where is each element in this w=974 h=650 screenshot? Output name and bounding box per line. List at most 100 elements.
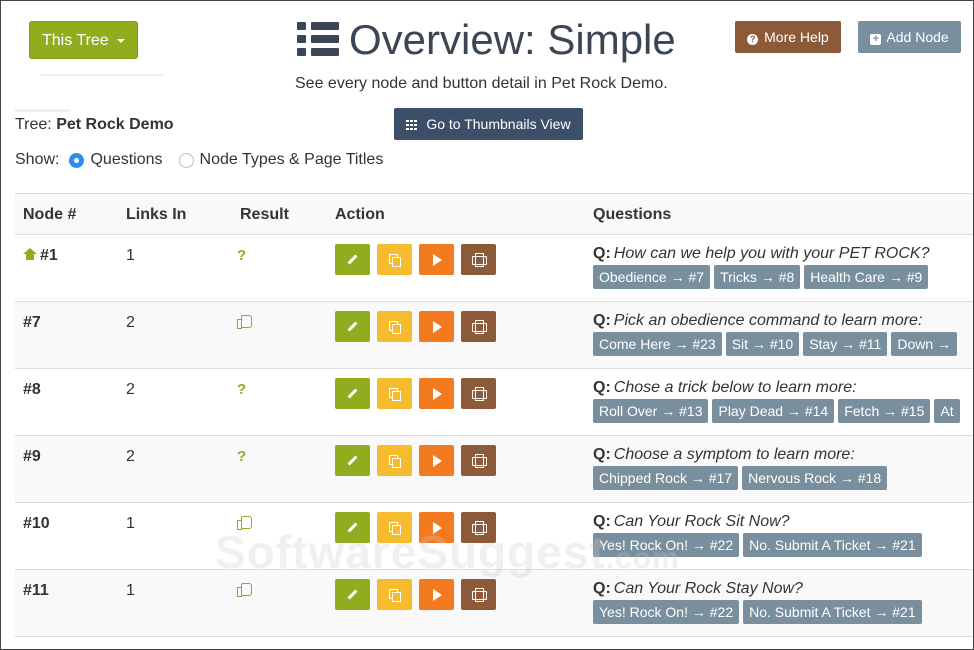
answer-chip[interactable]: Come Here → #23 <box>593 332 722 356</box>
answer-list: Come Here → #23 Sit → #10 Stay → #11 Down → <box>593 332 973 356</box>
answer-chip[interactable]: Yes! Rock On! → #22 <box>593 600 740 624</box>
table-row: #10 1 Q: Can Your Rock Sit Now? Yes! Rock… <box>15 503 973 570</box>
edit-pencil-icon[interactable] <box>335 579 370 610</box>
answer-chip[interactable]: No. Submit A Ticket → #21 <box>743 533 922 557</box>
links-in: 1 <box>126 582 135 599</box>
answer-chip[interactable]: Sit → #10 <box>725 332 800 356</box>
copy-icon[interactable] <box>377 378 412 409</box>
col-node: Node # <box>23 206 77 223</box>
node-id[interactable]: #9 <box>23 448 41 465</box>
print-icon[interactable] <box>461 445 496 476</box>
edit-pencil-icon[interactable] <box>335 378 370 409</box>
print-icon[interactable] <box>461 311 496 342</box>
node-id[interactable]: #7 <box>23 314 41 331</box>
node-number[interactable]: #1 <box>23 247 58 265</box>
play-icon[interactable] <box>419 512 454 543</box>
radio-questions-label: Questions <box>90 151 163 168</box>
play-icon[interactable] <box>419 311 454 342</box>
answer-chip[interactable]: Chipped Rock → #17 <box>593 466 739 490</box>
table-header: Node # Links In Result Action Questions <box>15 193 973 235</box>
home-icon <box>23 248 37 260</box>
divider <box>15 109 71 112</box>
thumbs-up-icon <box>237 314 252 329</box>
answer-chip[interactable]: Play Dead → #14 <box>712 399 835 423</box>
print-icon[interactable] <box>461 512 496 543</box>
answer-chip[interactable]: Health Care → #9 <box>804 265 929 289</box>
answer-list: Obedience → #7 Tricks → #8 Health Care → #… <box>593 265 973 289</box>
result-cell: ? <box>237 247 246 264</box>
grid-icon <box>406 120 419 130</box>
thumbnails-view-label: Go to Thumbnails View <box>426 116 571 132</box>
this-tree-label: This Tree <box>42 32 109 49</box>
answer-list: Yes! Rock On! → #22 No. Submit A Ticket →… <box>593 533 973 557</box>
table-row: #8 2 ? Q: Chose a trick below to learn mo… <box>15 369 973 436</box>
answer-chip[interactable]: Yes! Rock On! → #22 <box>593 533 740 557</box>
result-cell: ? <box>237 448 246 465</box>
chevron-down-icon <box>117 39 125 43</box>
print-icon[interactable] <box>461 579 496 610</box>
links-in: 2 <box>126 448 135 465</box>
copy-icon[interactable] <box>377 244 412 275</box>
answer-chip[interactable]: At <box>934 399 960 423</box>
node-number[interactable]: #10 <box>23 515 50 533</box>
radio-node-types[interactable]: Node Types & Page Titles <box>169 151 383 169</box>
answer-chip[interactable]: Tricks → #8 <box>714 265 801 289</box>
answer-chip[interactable]: Stay → #11 <box>803 332 888 356</box>
copy-icon[interactable] <box>377 579 412 610</box>
links-in: 1 <box>126 247 135 264</box>
question-cell: Q: Pick an obedience command to learn mor… <box>593 312 973 356</box>
play-icon[interactable] <box>419 244 454 275</box>
action-buttons <box>335 244 496 275</box>
edit-pencil-icon[interactable] <box>335 311 370 342</box>
node-number[interactable]: #11 <box>23 582 49 600</box>
action-buttons <box>335 445 496 476</box>
radio-questions[interactable]: Questions <box>59 151 163 169</box>
node-id[interactable]: #1 <box>40 247 58 264</box>
node-id[interactable]: #8 <box>23 381 41 398</box>
table-row: #9 2 ? Q: Choose a symptom to learn more:… <box>15 436 973 503</box>
thumbnails-view-button[interactable]: Go to Thumbnails View <box>394 108 583 140</box>
play-icon[interactable] <box>419 378 454 409</box>
question-text: Q: Choose a symptom to learn more: <box>593 446 855 463</box>
answer-list: Yes! Rock On! → #22 No. Submit A Ticket →… <box>593 600 973 624</box>
edit-pencil-icon[interactable] <box>335 244 370 275</box>
links-in: 2 <box>126 314 135 331</box>
col-result: Result <box>240 206 289 223</box>
answer-chip[interactable]: Down → <box>891 332 958 356</box>
radio-button[interactable] <box>178 152 194 168</box>
question-circle-icon: ? <box>747 34 759 45</box>
answer-chip[interactable]: Fetch → #15 <box>838 399 931 423</box>
this-tree-dropdown[interactable]: This Tree <box>29 21 138 59</box>
action-buttons <box>335 579 496 610</box>
node-number[interactable]: #8 <box>23 381 41 399</box>
answer-chip[interactable]: Obedience → #7 <box>593 265 711 289</box>
table-body: #1 1 ? Q: How can we help you with your P… <box>15 235 973 637</box>
copy-icon[interactable] <box>377 311 412 342</box>
print-icon[interactable] <box>461 378 496 409</box>
edit-pencil-icon[interactable] <box>335 445 370 476</box>
add-node-button[interactable]: + Add Node <box>858 21 961 53</box>
node-number[interactable]: #7 <box>23 314 41 332</box>
result-cell <box>237 314 252 332</box>
copy-icon[interactable] <box>377 512 412 543</box>
node-id[interactable]: #11 <box>23 582 49 599</box>
node-id[interactable]: #10 <box>23 515 50 532</box>
answer-chip[interactable]: Roll Over → #13 <box>593 399 709 423</box>
node-number[interactable]: #9 <box>23 448 41 466</box>
tree-label: Tree: <box>15 116 52 133</box>
play-icon[interactable] <box>419 579 454 610</box>
play-icon[interactable] <box>419 445 454 476</box>
result-cell <box>237 582 252 600</box>
result-unknown: ? <box>237 448 247 465</box>
print-icon[interactable] <box>461 244 496 275</box>
edit-pencil-icon[interactable] <box>335 512 370 543</box>
copy-icon[interactable] <box>377 445 412 476</box>
answer-chip[interactable]: Nervous Rock → #18 <box>742 466 888 490</box>
table-row: #11 1 Q: Can Your Rock Stay Now? Yes! Roc… <box>15 570 973 637</box>
radio-button-selected[interactable] <box>69 152 85 168</box>
col-questions: Questions <box>593 206 672 223</box>
table-row: #1 1 ? Q: How can we help you with your P… <box>15 235 973 302</box>
answer-chip[interactable]: No. Submit A Ticket → #21 <box>743 600 922 624</box>
more-help-button[interactable]: ? More Help <box>735 21 841 53</box>
list-icon <box>297 22 341 56</box>
